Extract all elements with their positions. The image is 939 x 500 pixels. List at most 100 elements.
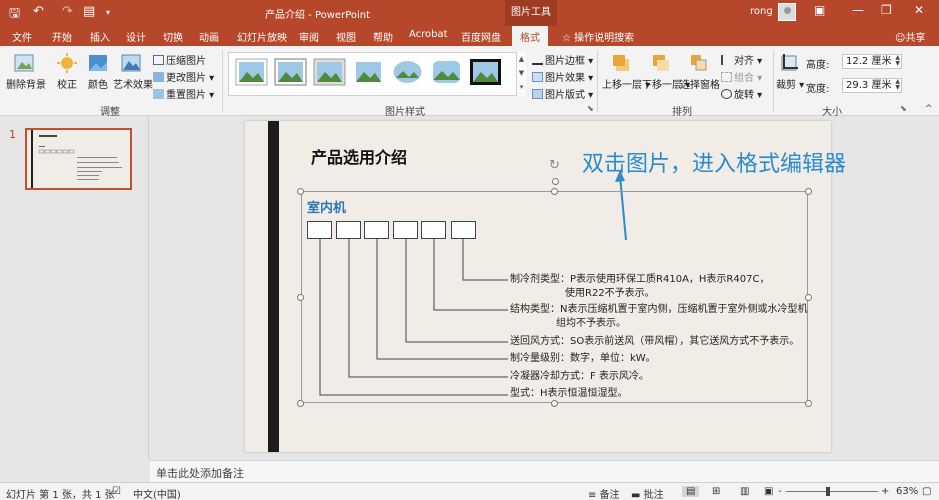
width-label: 宽度: (806, 84, 830, 95)
tab-review[interactable]: 审阅 (299, 29, 319, 44)
pencil-icon (532, 55, 543, 65)
tab-help[interactable]: 帮助 (373, 29, 393, 44)
start-presentation-icon[interactable]: ▤ (83, 4, 95, 19)
resize-handle-top-right[interactable] (805, 188, 812, 195)
restore-icon[interactable]: ❐ (881, 3, 892, 17)
group-button[interactable]: 组合 ▾ (721, 69, 762, 84)
resize-handle-top[interactable] (551, 188, 558, 195)
tab-design[interactable]: 设计 (126, 29, 146, 44)
width-value: 29.3 厘米 (846, 80, 892, 91)
slide-thumbnail[interactable] (25, 128, 132, 190)
collapse-ribbon-icon[interactable]: ^ (925, 104, 933, 114)
avatar[interactable] (778, 3, 796, 21)
code-box (421, 221, 446, 239)
picture-style-option[interactable] (235, 58, 268, 86)
normal-view-icon[interactable]: ▤ (682, 486, 700, 497)
zoom-level[interactable]: 63% (896, 486, 918, 497)
dialog-launcher-icon[interactable]: ⬊ (900, 104, 907, 113)
code-box (393, 221, 418, 239)
crop-button[interactable]: 裁剪 ▾ (776, 52, 804, 91)
dialog-launcher-icon[interactable]: ⬊ (587, 104, 594, 113)
spinner-icon[interactable]: ▲ ▼ (895, 55, 900, 67)
rotate-button[interactable]: 旋转 ▾ (721, 86, 762, 101)
slide-decoration-bar (268, 121, 279, 452)
artistic-effects-label: 艺术效果 (113, 80, 153, 91)
tab-animations[interactable]: 动画 (199, 29, 219, 44)
slide-title[interactable]: 产品选用介绍 (311, 144, 407, 168)
picture-styles-gallery[interactable] (228, 52, 526, 96)
customize-quick-access-icon[interactable]: ▾ (106, 8, 110, 17)
rotation-handle-icon[interactable]: ↻ (549, 158, 560, 173)
picture-style-option[interactable] (391, 58, 424, 86)
picture-style-option[interactable] (313, 58, 346, 86)
zoom-in-icon[interactable]: + (881, 486, 889, 497)
color-button[interactable]: 颜色 (85, 52, 111, 91)
tab-file[interactable]: 文件 (12, 29, 32, 44)
width-input[interactable]: 29.3 厘米 ▲ ▼ (842, 78, 902, 93)
tab-baidu-netdisk[interactable]: 百度网盘 (461, 29, 501, 44)
reset-picture-button[interactable]: 重置图片 ▾ (153, 86, 214, 101)
corrections-button[interactable]: 校正 (54, 52, 80, 91)
language-indicator[interactable]: 中文(中国) (133, 486, 181, 500)
selection-pane-button[interactable]: 选择窗格 (680, 52, 720, 91)
comments-button[interactable]: ▬ 批注 (631, 486, 664, 500)
picture-effects-button[interactable]: 图片效果 ▾ (532, 69, 593, 84)
remove-background-label: 删除背景 (6, 80, 46, 91)
connector-lines (319, 239, 508, 396)
slideshow-icon[interactable]: ▣ (764, 486, 773, 497)
zoom-out-icon[interactable]: - (778, 486, 782, 497)
spinner-icon[interactable]: ▲ ▼ (895, 79, 900, 91)
share-button[interactable]: ☺共享 (895, 29, 925, 44)
tab-acrobat[interactable]: Acrobat (409, 29, 448, 40)
align-button[interactable]: 对齐 ▾ (721, 52, 762, 67)
slide-sorter-icon[interactable]: ⊞ (712, 486, 720, 497)
reading-view-icon[interactable]: ▥ (740, 486, 749, 497)
notes-pane[interactable]: 单击此处添加备注 (150, 460, 939, 482)
layout-icon (532, 89, 543, 99)
tab-home[interactable]: 开始 (52, 29, 72, 44)
tab-slideshow[interactable]: 幻灯片放映 (237, 29, 287, 44)
resize-handle-top-left[interactable] (297, 188, 304, 195)
tab-view[interactable]: 视图 (336, 29, 356, 44)
save-icon[interactable]: 🖫 (9, 4, 20, 26)
tab-format[interactable]: 格式 (512, 26, 548, 46)
zoom-slider[interactable] (786, 491, 878, 492)
artistic-effects-button[interactable]: 艺术效果 (113, 52, 153, 91)
picture-style-option[interactable] (430, 58, 463, 86)
minimize-icon[interactable]: — (852, 3, 864, 17)
rotation-handle[interactable] (552, 178, 559, 185)
height-label: 高度: (806, 60, 830, 71)
fit-to-window-icon[interactable]: ▢ (922, 486, 931, 497)
picture-layout-label: 图片版式 (545, 90, 585, 101)
bring-forward-button[interactable]: 上移一层 ▾ (602, 52, 650, 91)
compress-pictures-button[interactable]: 压缩图片 (153, 52, 206, 67)
picture-layout-button[interactable]: 图片版式 ▾ (532, 86, 593, 101)
description-refrigerant: 制冷剂类型：P表示使用环保工质R410A，H表示R407C， (510, 274, 770, 285)
tell-me-search[interactable]: ☆ 操作说明搜索 (562, 29, 634, 44)
user-name[interactable]: rong (750, 6, 773, 17)
picture-style-option[interactable] (469, 58, 502, 86)
gallery-scrollbar[interactable]: ▲ ▼ ▾ (516, 52, 526, 96)
redo-icon[interactable]: ↷ (62, 4, 73, 19)
picture-style-option[interactable] (352, 58, 385, 86)
resize-handle-bottom[interactable] (551, 400, 558, 407)
tab-transitions[interactable]: 切换 (163, 29, 183, 44)
zoom-slider-handle[interactable] (826, 487, 830, 496)
change-picture-button[interactable]: 更改图片 ▾ (153, 69, 214, 84)
spell-check-icon[interactable]: ☑ (112, 486, 121, 497)
height-input[interactable]: 12.2 厘米 ▲ ▼ (842, 54, 902, 69)
slides-pane: 1 (0, 116, 149, 460)
picture-tools-context-label: 图片工具 (505, 0, 557, 26)
height-value: 12.2 厘米 (846, 56, 892, 67)
notes-button[interactable]: ≡ 备注 (588, 486, 620, 500)
picture-style-option[interactable] (274, 58, 307, 86)
send-backward-button[interactable]: 下移一层 ▾ (642, 52, 690, 91)
remove-background-button[interactable]: 删除背景 (6, 52, 46, 91)
picture-border-button[interactable]: 图片边框 ▾ (532, 52, 593, 67)
tab-insert[interactable]: 插入 (90, 29, 110, 44)
ribbon-display-options-icon[interactable]: ▣ (814, 3, 825, 17)
resize-handle-right[interactable] (805, 294, 812, 301)
undo-icon[interactable]: ↶ (33, 4, 44, 19)
close-icon[interactable]: ✕ (914, 3, 924, 17)
resize-handle-bottom-right[interactable] (805, 400, 812, 407)
